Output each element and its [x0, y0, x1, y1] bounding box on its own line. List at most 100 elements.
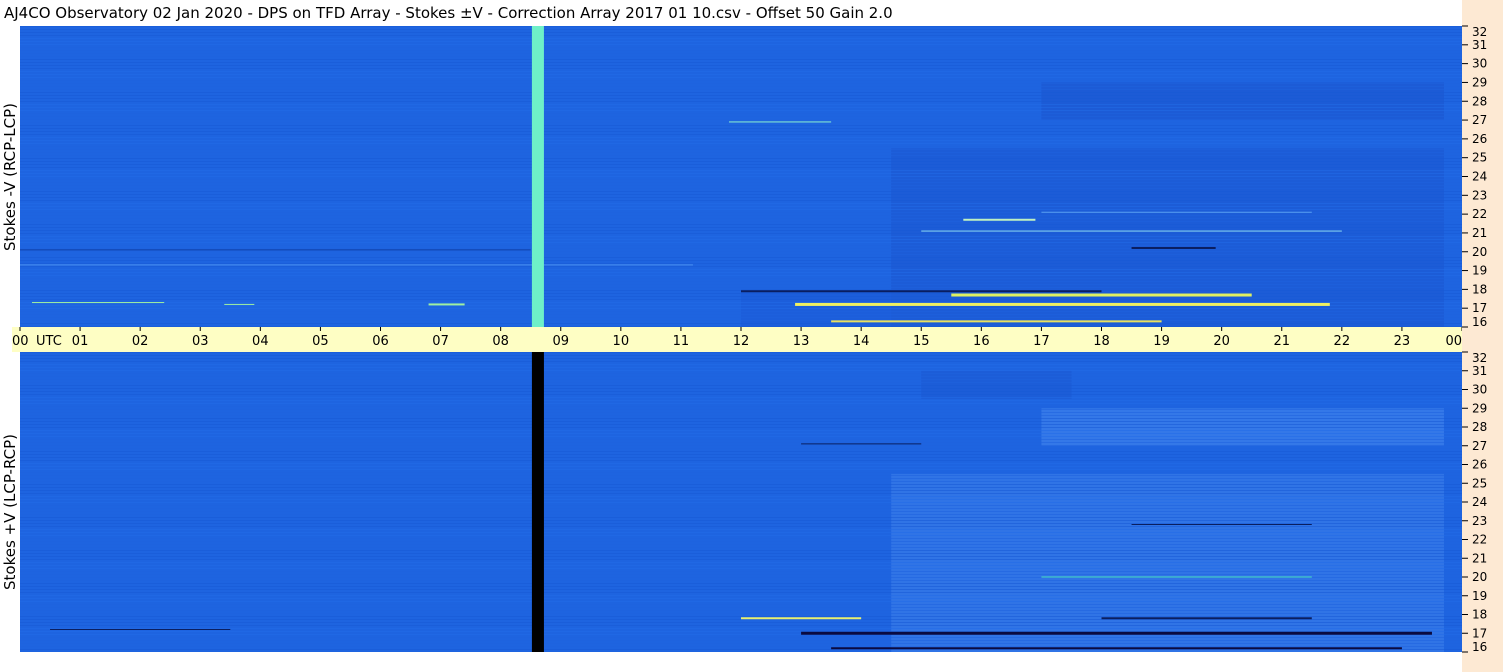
bottom-panel-ylabel: Stokes +V (LCP-RCP) [1, 434, 19, 590]
texture-line [20, 589, 1462, 590]
texture-line [20, 418, 1462, 419]
texture-line [20, 143, 1462, 144]
texture-line [20, 553, 1462, 554]
texture-line [20, 646, 1462, 647]
frequency-tick-label: 29 [1472, 401, 1487, 415]
top-spectrogram-svg [20, 26, 1462, 327]
texture-line [20, 511, 1462, 512]
emission-streak [1131, 246, 1216, 249]
emission-streak [428, 303, 465, 306]
texture-line [20, 149, 1462, 150]
texture-line [20, 185, 1462, 186]
frequency-axis: 16 17 18 19 20 21 22 23 24 25 26 27 28 29 30 31 32 16 17 18… [1462, 0, 1503, 672]
texture-line [20, 385, 1462, 386]
texture-line [20, 364, 1462, 365]
texture-line [20, 53, 1462, 54]
texture-line [20, 637, 1462, 638]
frequency-tick-label: 23 [1472, 514, 1487, 528]
frequency-tick-label: 19 [1472, 589, 1487, 603]
texture-line [20, 514, 1462, 515]
texture-line [20, 436, 1462, 437]
texture-line [20, 62, 1462, 63]
texture-line [20, 95, 1462, 96]
time-tick-label: 02 [132, 334, 149, 349]
frequency-tick-label: 22 [1472, 207, 1487, 221]
texture-line [20, 158, 1462, 159]
frequency-tick-label: 27 [1472, 439, 1487, 453]
texture-line [20, 529, 1462, 530]
texture-line [20, 580, 1462, 581]
frequency-tick-label: 28 [1472, 94, 1487, 108]
texture-line [20, 236, 1462, 237]
data-gap-stripe [531, 352, 544, 652]
texture-line [20, 472, 1462, 473]
time-tick-label: 00 [1445, 334, 1462, 349]
intensity-band [891, 148, 1444, 327]
texture-line [20, 278, 1462, 279]
frequency-tick-label: 30 [1472, 383, 1487, 397]
texture-line [20, 370, 1462, 371]
time-tick-label: 05 [312, 334, 329, 349]
bottom-spectrogram-svg [20, 352, 1462, 652]
texture-line [20, 598, 1462, 599]
emission-streak [50, 629, 231, 630]
texture-line [20, 622, 1462, 623]
texture-line [20, 92, 1462, 93]
texture-line [20, 616, 1462, 617]
texture-line [20, 439, 1462, 440]
texture-line [20, 272, 1462, 273]
texture-line [20, 484, 1462, 485]
texture-line [20, 583, 1462, 584]
texture-line [20, 224, 1462, 225]
time-tick-label: 15 [913, 334, 930, 349]
texture-line [20, 412, 1462, 413]
texture-line [20, 197, 1462, 198]
texture-line [20, 367, 1462, 368]
texture-line [20, 74, 1462, 75]
texture-line [20, 32, 1462, 33]
texture-line [20, 65, 1462, 66]
texture-line [20, 640, 1462, 641]
texture-line [20, 203, 1462, 204]
texture-line [20, 556, 1462, 557]
top-ylabel-box: Stokes -V (RCP-LCP) [0, 26, 20, 327]
texture-line [20, 541, 1462, 542]
texture-line [20, 397, 1462, 398]
time-tick-label: 18 [1093, 334, 1110, 349]
texture-line [20, 430, 1462, 431]
emission-streak [921, 230, 1342, 232]
texture-line [20, 526, 1462, 527]
time-tick-label: 16 [973, 334, 990, 349]
texture-line [20, 481, 1462, 482]
frequency-tick-label: 18 [1472, 282, 1487, 296]
frequency-tick-label: 20 [1472, 245, 1487, 259]
texture-line [20, 200, 1462, 201]
time-tick-label: 00 [12, 334, 29, 349]
frequency-tick-label: 29 [1472, 75, 1487, 89]
emission-streak [801, 443, 922, 445]
texture-line [20, 427, 1462, 428]
texture-line [20, 242, 1462, 243]
emission-streak [1041, 576, 1312, 578]
texture-line [20, 56, 1462, 57]
texture-line [20, 433, 1462, 434]
texture-line [20, 448, 1462, 449]
texture-line [20, 532, 1462, 533]
texture-line [20, 376, 1462, 377]
texture-line [20, 77, 1462, 78]
time-tick-label: 10 [613, 334, 630, 349]
texture-line [20, 131, 1462, 132]
time-tick-label: 23 [1394, 334, 1411, 349]
time-tick-label: 12 [733, 334, 750, 349]
emission-streak [1041, 211, 1312, 213]
texture-line [20, 592, 1462, 593]
texture-line [20, 41, 1462, 42]
texture-line [20, 182, 1462, 183]
emission-streak [831, 647, 1402, 650]
time-unit-label: UTC [36, 334, 62, 349]
texture-line [20, 469, 1462, 470]
texture-line [20, 188, 1462, 189]
texture-line [20, 379, 1462, 380]
texture-line [20, 116, 1462, 117]
texture-line [20, 424, 1462, 425]
